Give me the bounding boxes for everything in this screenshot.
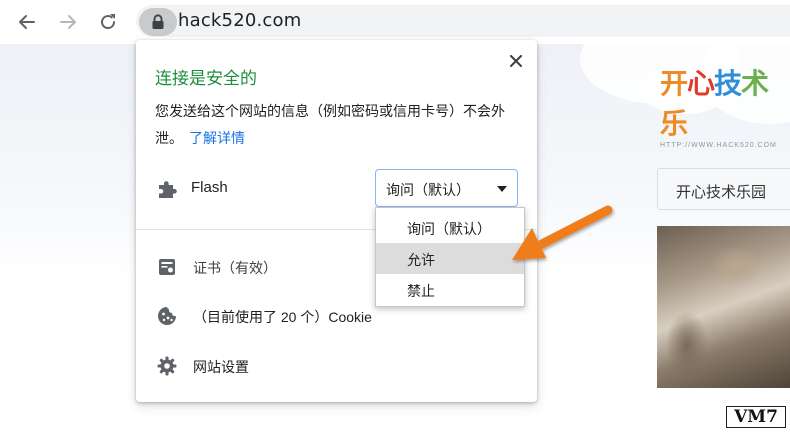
flash-permission-select[interactable]: 询问（默认） [375, 169, 518, 207]
connection-secure-title: 连接是安全的 [155, 69, 257, 88]
site-settings-row[interactable]: 网站设置 [136, 348, 537, 384]
close-icon [510, 55, 522, 67]
browser-toolbar: hack520.com [0, 0, 790, 44]
site-photo[interactable] [657, 226, 790, 388]
cookies-label: （目前使用了 20 个）Cookie [193, 309, 372, 325]
chevron-down-icon [497, 186, 507, 192]
site-logo[interactable]: 开心技术乐 HTTP://WWW.HACK520.COM [660, 62, 790, 149]
watermark-label: VM7 [726, 406, 786, 428]
reload-icon [101, 14, 116, 30]
certificate-icon [159, 259, 175, 275]
gear-icon [157, 356, 177, 376]
site-logo-text: 开心技术乐 [660, 67, 769, 140]
puzzle-piece-icon [159, 181, 177, 198]
forward-arrow-icon [60, 15, 76, 29]
certificate-label: 证书（有效） [193, 260, 277, 276]
lock-icon [152, 14, 164, 29]
dropdown-option-block[interactable]: 禁止 [376, 274, 524, 305]
back-arrow-icon [19, 15, 35, 29]
annotation-arrow-icon [512, 205, 613, 260]
forward-button[interactable] [54, 8, 82, 36]
security-description: 您发送给这个网站的信息（例如密码或信用卡号）不会外泄。 了解详情 [155, 98, 525, 152]
reload-button[interactable] [94, 8, 122, 36]
url-text[interactable]: hack520.com [178, 10, 301, 31]
site-logo-url: HTTP://WWW.HACK520.COM [660, 142, 777, 149]
back-button[interactable] [13, 8, 41, 36]
close-button[interactable] [503, 48, 529, 74]
cookie-icon [158, 307, 176, 325]
flash-permission-selected: 询问（默认） [386, 182, 470, 198]
site-settings-label: 网站设置 [193, 359, 249, 375]
learn-more-link[interactable]: 了解详情 [189, 130, 245, 146]
site-nav-tab[interactable]: 开心技术乐园 [657, 168, 790, 210]
site-info-button[interactable] [139, 8, 177, 36]
flash-permission-label: Flash [191, 179, 228, 196]
